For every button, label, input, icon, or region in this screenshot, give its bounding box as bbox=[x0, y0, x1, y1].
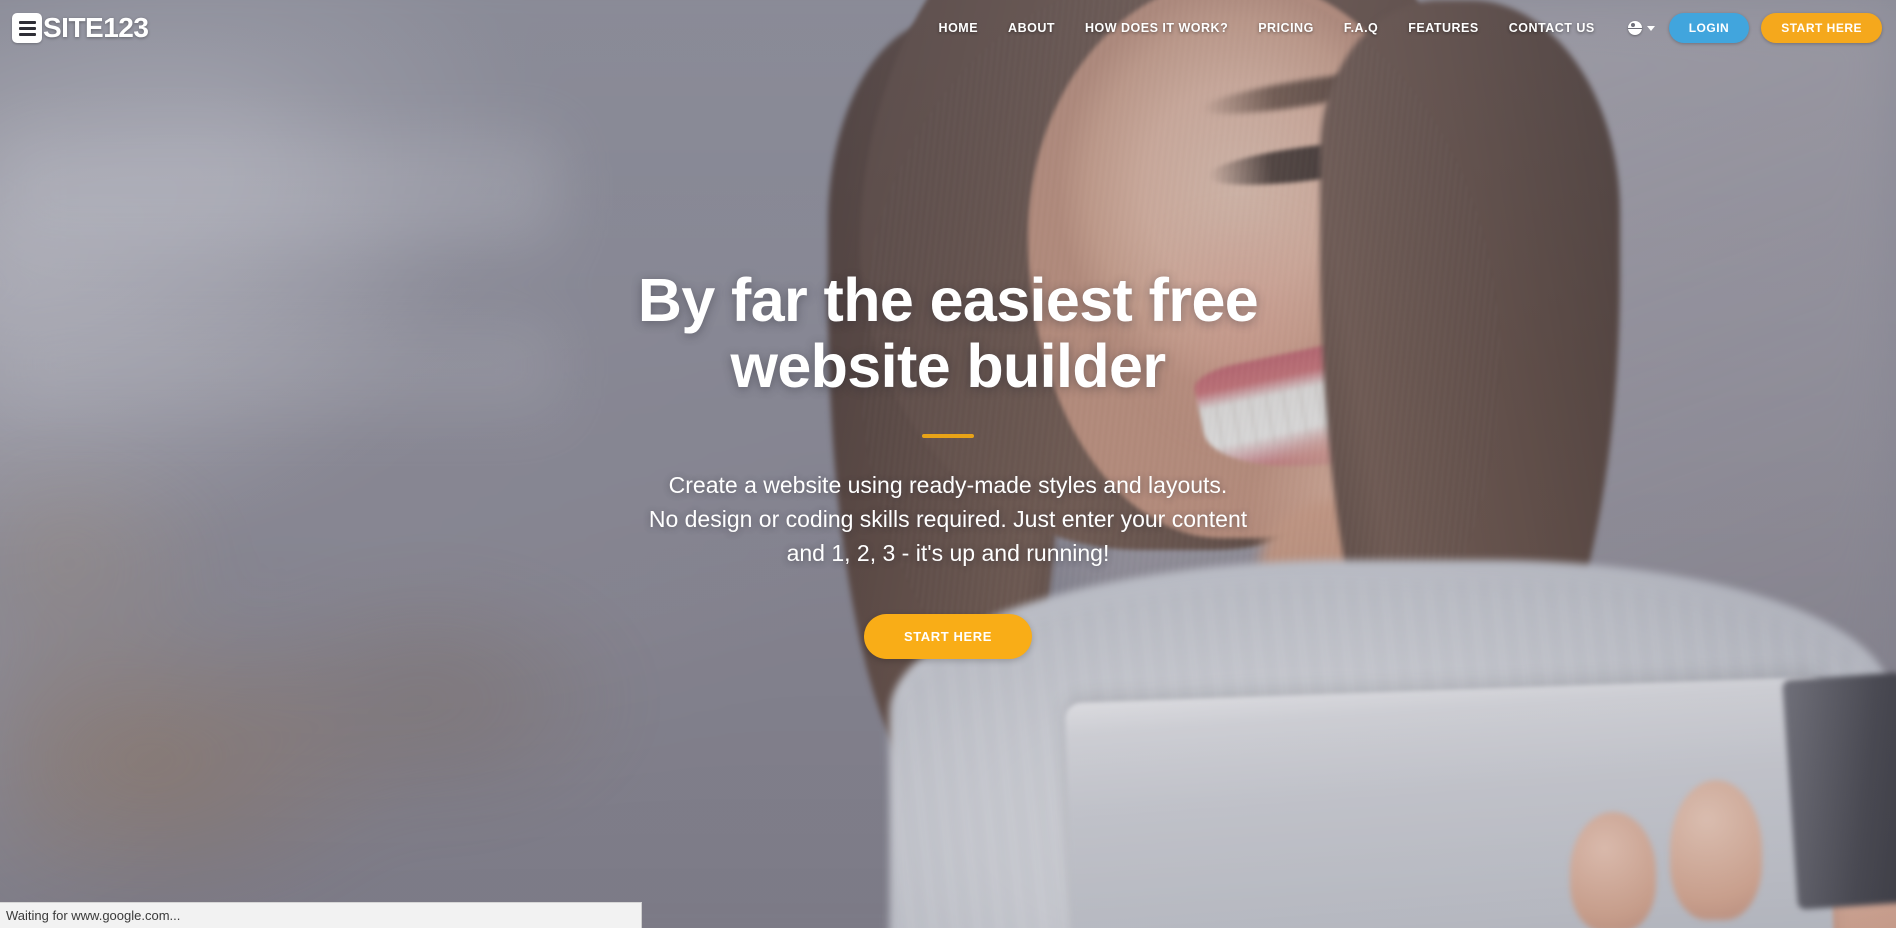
main-navigation: HOME ABOUT HOW DOES IT WORK? PRICING F.A… bbox=[924, 13, 1882, 43]
tablet-edge bbox=[1782, 672, 1896, 910]
hero-subtitle-line-1: Create a website using ready-made styles… bbox=[668, 471, 1228, 498]
nav-item-how-does-it-work[interactable]: HOW DOES IT WORK? bbox=[1070, 21, 1243, 35]
nav-item-features[interactable]: FEATURES bbox=[1393, 21, 1493, 35]
hero-title-line-2: website builder bbox=[730, 331, 1166, 400]
brand-name: SITE123 bbox=[43, 12, 149, 43]
site-logo[interactable]: SITE123 bbox=[12, 12, 149, 44]
finger-one bbox=[1570, 812, 1656, 928]
globe-icon bbox=[1627, 21, 1642, 35]
hero-title: By far the easiest free website builder bbox=[637, 266, 1259, 400]
hamburger-lines-icon bbox=[12, 13, 42, 43]
hero-title-line-1: By far the easiest free bbox=[637, 266, 1259, 334]
start-here-button-hero[interactable]: START HERE bbox=[863, 613, 1033, 659]
nav-item-faq[interactable]: F.A.Q bbox=[1329, 21, 1393, 35]
hero-background-image bbox=[0, 0, 1896, 928]
nav-item-pricing[interactable]: PRICING bbox=[1243, 21, 1329, 35]
hero-subtitle: Create a website using ready-made styles… bbox=[649, 468, 1247, 570]
nav-item-about[interactable]: ABOUT bbox=[993, 21, 1070, 35]
chevron-down-icon bbox=[1646, 25, 1655, 31]
start-here-button-header[interactable]: START HERE bbox=[1761, 13, 1882, 43]
login-button[interactable]: LOGIN bbox=[1668, 13, 1750, 43]
site-header: SITE123 HOME ABOUT HOW DOES IT WORK? PRI… bbox=[0, 0, 1896, 56]
page-root: SITE123 HOME ABOUT HOW DOES IT WORK? PRI… bbox=[0, 0, 1896, 928]
woman-with-tablet-photo bbox=[560, 0, 1896, 928]
hero-subtitle-line-2: No design or coding skills required. Jus… bbox=[648, 505, 1248, 532]
browser-status-bar: Waiting for www.google.com... bbox=[0, 902, 642, 928]
status-bar-text: Waiting for www.google.com... bbox=[6, 908, 181, 923]
finger-two bbox=[1670, 780, 1762, 920]
language-selector[interactable] bbox=[1610, 21, 1669, 35]
nav-item-home[interactable]: HOME bbox=[924, 21, 994, 35]
nav-item-contact-us[interactable]: CONTACT US bbox=[1494, 21, 1610, 35]
background-shelf-blur bbox=[0, 0, 560, 928]
hero-subtitle-line-3: and 1, 2, 3 - it's up and running! bbox=[786, 539, 1110, 566]
hero-divider bbox=[922, 433, 974, 438]
